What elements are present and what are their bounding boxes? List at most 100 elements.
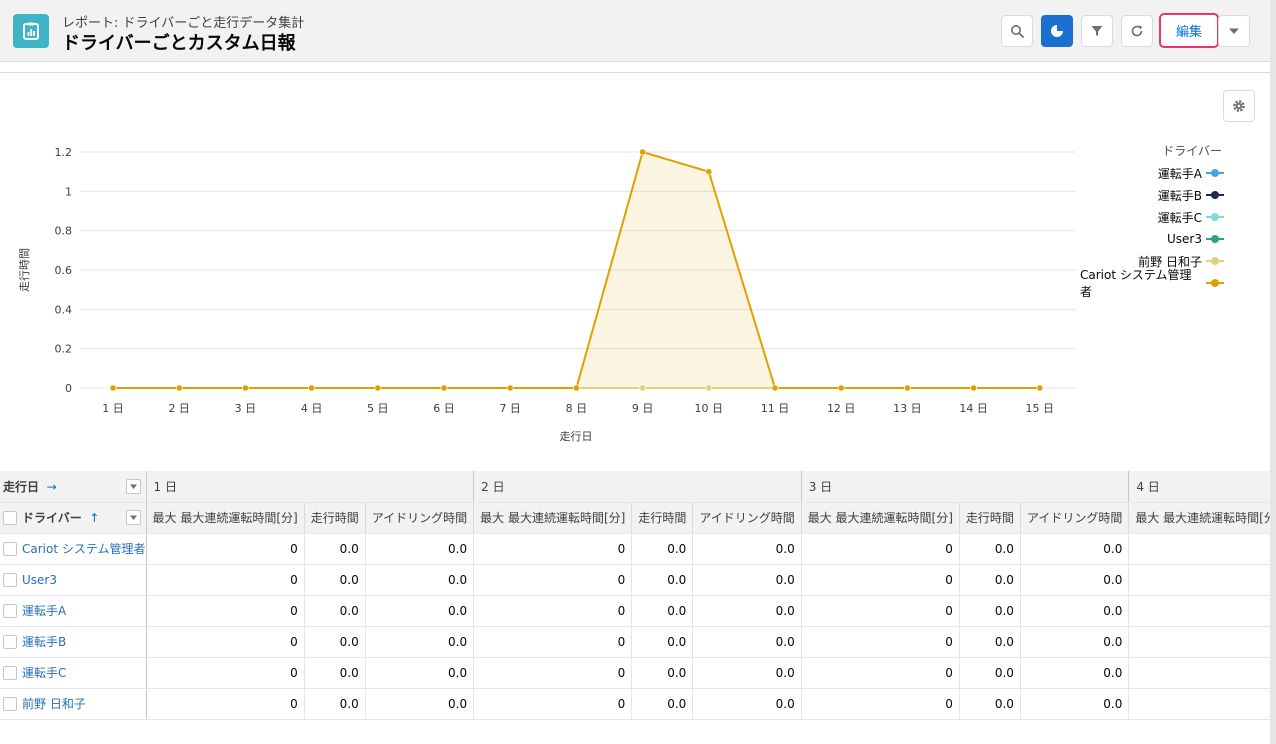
table-cell: 0: [473, 626, 633, 658]
data-point[interactable]: [904, 384, 911, 392]
legend-item[interactable]: Cariot システム管理者: [1080, 268, 1230, 299]
row-checkbox[interactable]: [3, 603, 17, 618]
row-checkbox[interactable]: [3, 634, 17, 649]
chart-legend: ドライバー 運転手A 運転手B 運転手C User3 前野 日和子 Cariot システム…: [1080, 142, 1230, 299]
column-header[interactable]: 最大 最大連続運転時間[分]: [145, 502, 305, 534]
row-group-header[interactable]: ドライバー ↑: [0, 502, 147, 534]
legend-label: 運転手A: [1157, 166, 1202, 181]
refresh-icon: [1131, 25, 1143, 37]
page-title: ドライバーごとカスタム日報: [62, 33, 296, 54]
data-point[interactable]: [639, 384, 646, 392]
driver-link[interactable]: 運転手A: [0, 595, 147, 627]
filter-button[interactable]: [1081, 15, 1113, 47]
driver-link[interactable]: User3: [0, 564, 147, 596]
driver-link[interactable]: 運転手B: [0, 626, 147, 658]
data-point[interactable]: [242, 384, 249, 392]
legend-item[interactable]: 運転手A: [1080, 162, 1230, 184]
table-cell: 0: [1128, 688, 1272, 720]
x-tick-label: 9 日: [632, 402, 654, 415]
column-header[interactable]: 走行時間: [959, 502, 1021, 534]
driver-link[interactable]: 前野 日和子: [0, 688, 147, 720]
y-tick-label: 1.2: [55, 146, 73, 159]
chart-toggle-button[interactable]: [1041, 15, 1073, 47]
search-button[interactable]: [1001, 15, 1033, 47]
x-tick-label: 1 日: [102, 402, 124, 415]
table-cell: 0: [473, 533, 633, 565]
table-cell: 0.0: [692, 626, 802, 658]
row-checkbox[interactable]: [3, 541, 17, 556]
legend-item[interactable]: User3: [1080, 228, 1230, 250]
data-point[interactable]: [771, 384, 779, 392]
data-point[interactable]: [109, 384, 117, 392]
chart-settings-button[interactable]: [1223, 90, 1255, 122]
column-header[interactable]: 最大 最大連続運転時間[分]: [473, 502, 633, 534]
edit-button[interactable]: 編集: [1159, 13, 1219, 48]
col-group-header[interactable]: 走行日 →: [0, 471, 147, 503]
table-cell: 0: [473, 564, 633, 596]
table-cell: 0.0: [631, 688, 694, 720]
legend-item[interactable]: 運転手B: [1080, 184, 1230, 206]
col-group-label: 走行日: [3, 479, 40, 494]
table-cell: 0.0: [304, 657, 366, 689]
legend-swatch: [1206, 256, 1224, 266]
chevron-down-icon: [1229, 28, 1239, 34]
data-point[interactable]: [573, 384, 580, 392]
column-header[interactable]: 走行時間: [631, 502, 694, 534]
table-cell: 0.0: [1020, 688, 1130, 720]
select-all-checkbox[interactable]: [3, 510, 17, 525]
day-group-header: 3 日: [800, 471, 1129, 503]
table-cell: 0.0: [631, 626, 694, 658]
driver-link[interactable]: 運転手C: [0, 657, 147, 689]
row-group-label: ドライバー: [22, 511, 82, 525]
column-header[interactable]: アイドリング時間: [692, 502, 802, 534]
data-point[interactable]: [440, 384, 448, 392]
data-point[interactable]: [970, 384, 977, 392]
refresh-button[interactable]: [1121, 15, 1153, 47]
column-header[interactable]: アイドリング時間: [365, 502, 475, 534]
data-point[interactable]: [705, 384, 713, 392]
column-header[interactable]: 最大 最大連続運転時間[分]: [800, 502, 960, 534]
table-cell: 0.0: [692, 657, 802, 689]
table-row: Cariot システム管理者00.00.000.00.000.00.00: [0, 533, 1272, 565]
driver-name: 運転手C: [22, 666, 67, 680]
chart-icon: [1051, 25, 1063, 37]
column-header[interactable]: 走行時間: [304, 502, 366, 534]
table-cell: 0.0: [631, 533, 694, 565]
chevron-down-icon[interactable]: [126, 479, 141, 494]
data-point[interactable]: [1036, 384, 1044, 392]
table-cell: 0.0: [692, 595, 802, 627]
chevron-down-icon[interactable]: [126, 510, 141, 525]
table-cell: 0.0: [1020, 657, 1130, 689]
row-checkbox[interactable]: [3, 696, 17, 711]
driver-name: Cariot システム管理者: [22, 542, 146, 556]
table-cell: 0: [145, 657, 305, 689]
data-point[interactable]: [374, 384, 382, 392]
table-cell: 0.0: [1020, 533, 1130, 565]
data-point[interactable]: [308, 384, 315, 392]
sort-ascending-icon[interactable]: ↑: [86, 511, 99, 525]
x-axis-label: 走行日: [560, 430, 593, 443]
column-header[interactable]: 最大 最大連続運転時間[分]: [1128, 502, 1272, 534]
data-point[interactable]: [639, 148, 646, 156]
data-point[interactable]: [506, 384, 514, 392]
row-checkbox[interactable]: [3, 665, 17, 680]
row-checkbox[interactable]: [3, 572, 17, 587]
data-point[interactable]: [705, 168, 713, 175]
table-cell: 0: [800, 564, 960, 596]
legend-swatch: [1206, 212, 1224, 222]
data-point[interactable]: [175, 384, 183, 392]
table-cell: 0.0: [304, 533, 366, 565]
table-cell: 0.0: [692, 564, 802, 596]
vertical-scrollbar[interactable]: [1270, 0, 1276, 744]
table-cell: 0.0: [959, 688, 1021, 720]
search-icon: [1011, 25, 1024, 38]
x-tick-label: 6 日: [433, 402, 455, 415]
legend-item[interactable]: 運転手C: [1080, 206, 1230, 228]
table-cell: 0: [800, 688, 960, 720]
driver-link[interactable]: Cariot システム管理者: [0, 533, 147, 565]
more-actions-button[interactable]: [1218, 15, 1250, 47]
column-header[interactable]: アイドリング時間: [1020, 502, 1130, 534]
data-point[interactable]: [837, 384, 845, 392]
report-table: 走行日 → 1 日2 日3 日4 日 ドライバー ↑ 最大 最大連続運転時間[分…: [0, 471, 1272, 721]
table-cell: 0.0: [631, 657, 694, 689]
